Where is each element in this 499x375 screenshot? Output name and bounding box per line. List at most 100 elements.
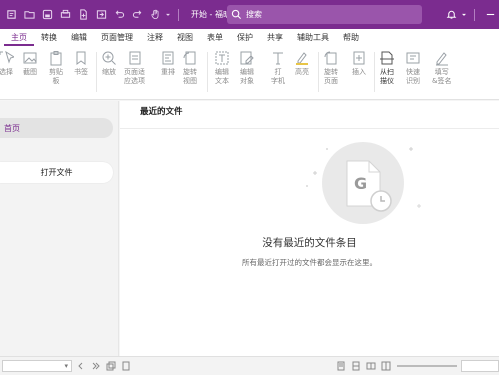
search-box[interactable] (227, 5, 422, 24)
save-icon[interactable] (38, 6, 56, 24)
edit-text-label: 编辑 文本 (215, 68, 229, 85)
undo-icon[interactable] (110, 6, 128, 24)
scan-button[interactable]: 从扫 描仪 (379, 50, 395, 86)
reflow-icon (160, 50, 176, 66)
rotate-page-button[interactable]: 旋转 页面 (323, 50, 339, 86)
clipboard-button[interactable]: 剪贴 板 (48, 50, 64, 86)
window-controls-separator (474, 8, 475, 21)
reflow-label: 重排 (161, 68, 175, 76)
tab-accessibility[interactable]: 辅助工具 (290, 32, 336, 46)
highlight-label: 高亮 (295, 68, 309, 76)
bookmark-label: 书签 (74, 68, 88, 76)
tab-view[interactable]: 视图 (170, 32, 200, 46)
minimize-icon[interactable] (481, 6, 499, 24)
svg-text:G: G (354, 174, 367, 193)
bookmark-button[interactable]: 书签 (73, 50, 89, 77)
bell-dropdown-icon[interactable] (460, 6, 468, 24)
rotate-view-button[interactable]: 旋转 视图 (182, 50, 198, 86)
redo-icon[interactable] (128, 6, 146, 24)
title-divider (120, 128, 499, 129)
ribbon-separator (207, 52, 208, 92)
continuous-facing-view-icon[interactable] (380, 360, 392, 372)
tab-share[interactable]: 共享 (260, 32, 290, 46)
search-input[interactable] (246, 10, 406, 19)
fill-sign-label: 填写 &签名 (432, 68, 452, 85)
facing-view-icon[interactable] (365, 360, 377, 372)
zoom-label: 缩放 (102, 68, 116, 76)
title-separator (178, 8, 179, 21)
edit-text-button[interactable]: 编辑 文本 (214, 50, 230, 86)
edit-object-label: 编辑 对象 (240, 68, 254, 85)
select-label: 选择 (0, 68, 13, 76)
edit-object-icon (239, 50, 255, 66)
fill-sign-button[interactable]: 填写 &签名 (432, 50, 451, 86)
single-page-view-icon[interactable] (335, 360, 347, 372)
continuous-view-icon[interactable] (350, 360, 362, 372)
tab-form[interactable]: 表单 (200, 32, 230, 46)
window-controls (442, 0, 499, 29)
highlight-button[interactable]: 高亮 (294, 50, 310, 77)
empty-state-title: 没有最近的文件条目 (262, 237, 357, 249)
tab-page-management[interactable]: 页面管理 (94, 32, 140, 46)
search-icon (231, 9, 242, 20)
rotate-view-icon (182, 50, 198, 66)
new-document-icon[interactable] (74, 6, 92, 24)
page-fit-icon (127, 50, 143, 66)
open-file-button[interactable]: 打开文件 (0, 162, 113, 183)
recent-files-title: 最近的文件 (140, 107, 183, 117)
zoom-slider[interactable] (397, 365, 457, 367)
tab-protect[interactable]: 保护 (230, 32, 260, 46)
reflow-button[interactable]: 重排 (160, 50, 176, 77)
fill-sign-icon (434, 50, 450, 66)
typewriter-icon (270, 50, 286, 66)
insert-label: 插入 (352, 68, 366, 76)
screenshot-icon (22, 50, 38, 66)
status-right-controls (332, 360, 499, 372)
print-icon[interactable] (56, 6, 74, 24)
ribbon-separator (96, 52, 97, 92)
copy-page-icon[interactable] (105, 360, 117, 372)
tab-home[interactable]: 主页 (4, 32, 34, 46)
bookmark-icon (73, 50, 89, 66)
hand-tool-icon[interactable] (146, 6, 164, 24)
quick-access-dropdown-icon[interactable] (164, 6, 172, 24)
empty-state-illustration: G (306, 142, 421, 224)
tab-comment[interactable]: 注释 (140, 32, 170, 46)
page-fit-button[interactable]: 页面适 应选项 (124, 50, 145, 86)
select-button[interactable]: 选择 (0, 50, 16, 77)
first-page-icon[interactable] (75, 360, 87, 372)
quick-recognize-label: 快速 识别 (406, 68, 420, 85)
tab-help[interactable]: 帮助 (336, 32, 366, 46)
zoom-level-field[interactable] (461, 360, 499, 372)
app-logo-icon[interactable] (2, 6, 20, 24)
export-icon[interactable] (92, 6, 110, 24)
edit-object-button[interactable]: 编辑 对象 (239, 50, 255, 86)
edit-text-icon (214, 50, 230, 66)
page-select-chevron: ▾ (64, 362, 68, 370)
quick-recognize-button[interactable]: 快速 识别 (405, 50, 421, 86)
notification-bell-icon[interactable] (442, 6, 460, 24)
tab-convert[interactable]: 转换 (34, 32, 64, 46)
next-page-icon[interactable] (90, 360, 102, 372)
quick-access-toolbar (0, 6, 172, 24)
page-number-select[interactable]: ▾ (2, 360, 72, 372)
clipboard-icon (48, 50, 64, 66)
typewriter-button[interactable]: 打 字机 (270, 50, 286, 86)
page-thumbnail-icon[interactable] (120, 360, 132, 372)
left-navigation: 首页 打开文件 (0, 101, 119, 356)
screenshot-button[interactable]: 截图 (22, 50, 38, 77)
nav-home[interactable]: 首页 (0, 118, 113, 138)
ribbon-separator (318, 52, 319, 92)
insert-button[interactable]: 插入 (351, 50, 367, 77)
scanner-icon (379, 50, 395, 66)
zoom-button[interactable]: 缩放 (101, 50, 117, 77)
tab-edit[interactable]: 编辑 (64, 32, 94, 46)
empty-state-subtitle: 所有最近打开过的文件都会显示在这里。 (242, 258, 377, 267)
open-file-icon[interactable] (20, 6, 38, 24)
highlight-icon (294, 50, 310, 66)
clipboard-label: 剪贴 板 (49, 68, 63, 85)
title-bar: 开始 - 福昕... (0, 0, 499, 29)
select-cursor-icon (0, 50, 16, 66)
status-bar: ▾ (0, 356, 499, 375)
rotate-page-label: 旋转 页面 (324, 68, 338, 85)
